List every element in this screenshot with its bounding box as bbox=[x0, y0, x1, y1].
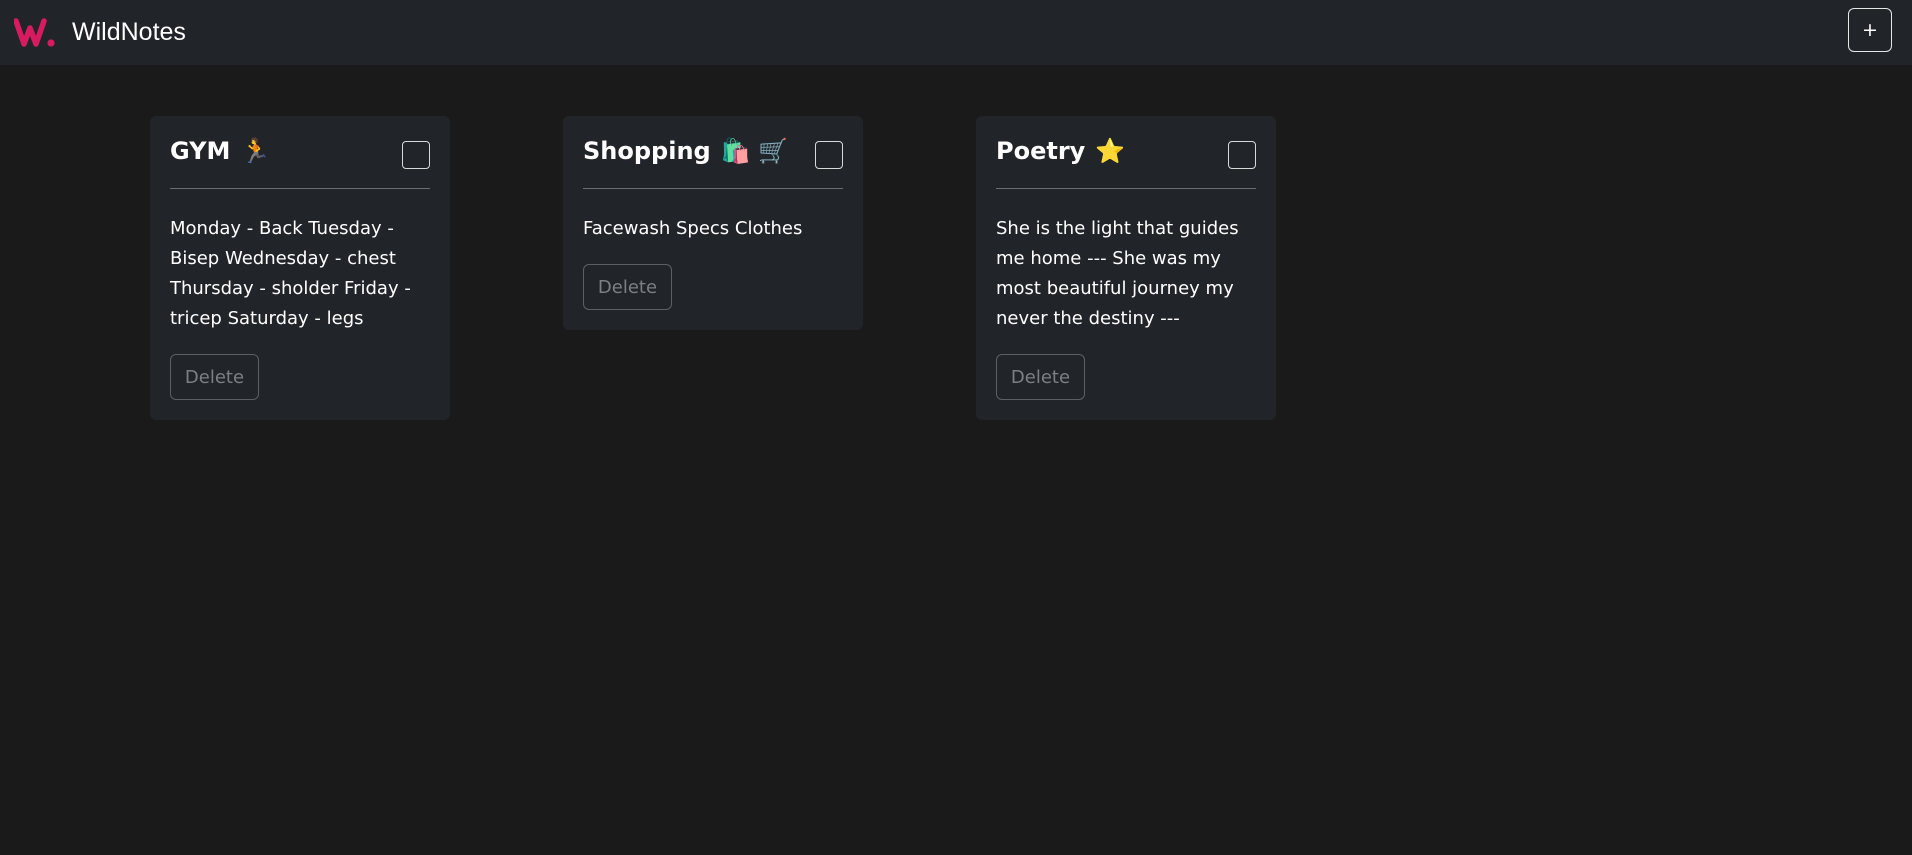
note-title: GYM 🏃 bbox=[170, 134, 270, 168]
delete-button[interactable]: Delete bbox=[996, 354, 1085, 400]
note-title-text: Shopping bbox=[583, 137, 711, 165]
divider bbox=[996, 188, 1256, 189]
running-person-icon: 🏃 bbox=[240, 137, 271, 165]
note-title: Poetry ⭐ bbox=[996, 134, 1125, 168]
note-card: Shopping 🛍️ 🛒 Facewash Specs Clothes Dele… bbox=[563, 116, 863, 330]
note-checkbox[interactable] bbox=[402, 141, 430, 169]
wildnotes-logo-icon bbox=[14, 18, 55, 47]
star-icon: ⭐ bbox=[1095, 137, 1126, 165]
navbar: WildNotes + bbox=[0, 0, 1912, 65]
brand[interactable]: WildNotes bbox=[14, 9, 186, 55]
note-body: Facewash Specs Clothes bbox=[583, 218, 803, 239]
add-note-button[interactable]: + bbox=[1848, 8, 1892, 52]
note-body: Monday - Back Tuesday - Bisep Wednesday … bbox=[170, 218, 411, 329]
app-title: WildNotes bbox=[72, 17, 186, 46]
divider bbox=[170, 188, 430, 189]
note-card: Poetry ⭐ She is the light that guides me … bbox=[976, 116, 1276, 420]
note-header: Poetry ⭐ bbox=[996, 134, 1256, 174]
divider bbox=[583, 188, 843, 189]
delete-button[interactable]: Delete bbox=[583, 264, 672, 310]
note-checkbox[interactable] bbox=[1228, 141, 1256, 169]
note-header: Shopping 🛍️ 🛒 bbox=[583, 134, 843, 174]
note-body: She is the light that guides me home ---… bbox=[996, 218, 1239, 329]
note-card: GYM 🏃 Monday - Back Tuesday - Bisep Wedne… bbox=[150, 116, 450, 420]
note-title-text: GYM bbox=[170, 137, 231, 165]
delete-button[interactable]: Delete bbox=[170, 354, 259, 400]
note-title: Shopping 🛍️ 🛒 bbox=[583, 134, 788, 168]
note-title-text: Poetry bbox=[996, 137, 1086, 165]
note-checkbox[interactable] bbox=[815, 141, 843, 169]
shopping-bags-cart-icon: 🛍️ 🛒 bbox=[720, 137, 789, 165]
note-header: GYM 🏃 bbox=[170, 134, 430, 174]
